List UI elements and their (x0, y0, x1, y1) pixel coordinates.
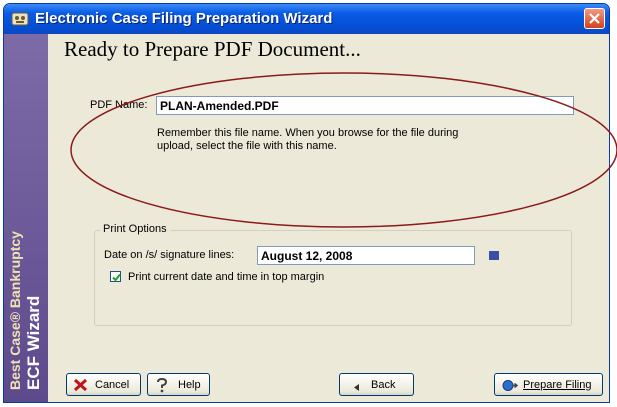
back-button[interactable]: Back (339, 373, 414, 396)
prepare-filing-icon (502, 378, 519, 396)
question-mark-icon (156, 377, 168, 396)
help-button[interactable]: Help (147, 373, 210, 396)
back-button-label: Back (371, 379, 396, 391)
cancel-button-label: Cancel (95, 379, 130, 391)
prepare-filing-label: Prepare Filing (523, 379, 592, 391)
cancel-x-icon (73, 378, 88, 395)
date-label: Date on /s/ signature lines: (104, 249, 235, 261)
close-icon (589, 13, 600, 24)
print-date-checkbox[interactable] (110, 271, 121, 282)
title-bar: Electronic Case Filing Preparation Wizar… (4, 4, 609, 34)
print-options-title: Print Options (100, 223, 170, 235)
page-title: Ready to Prepare PDF Document... (64, 37, 361, 61)
filename-note: Remember this file name. When you browse… (157, 127, 459, 152)
signature-date-input[interactable]: August 12, 2008 (257, 246, 475, 265)
app-icon (11, 10, 29, 28)
window-title: Electronic Case Filing Preparation Wizar… (35, 10, 333, 27)
pdf-name-input[interactable]: PLAN-Amended.PDF (156, 96, 574, 115)
wizard-sidebar: Best Case® Bankruptcy ECF Wizard (4, 34, 48, 402)
checkmark-icon (112, 273, 121, 282)
wizard-window: Electronic Case Filing Preparation Wizar… (3, 3, 610, 403)
back-arrow-icon (354, 382, 359, 394)
calendar-icon[interactable] (489, 251, 499, 260)
print-date-label: Print current date and time in top margi… (128, 271, 325, 283)
pdf-name-label: PDF Name: (90, 99, 148, 111)
prepare-filing-button[interactable]: Prepare Filing (494, 373, 603, 396)
sidebar-brand: Best Case® Bankruptcy (7, 231, 23, 390)
help-button-label: Help (178, 379, 201, 391)
cancel-button[interactable]: Cancel (66, 373, 141, 396)
close-button[interactable] (584, 8, 605, 29)
sidebar-product: ECF Wizard (24, 295, 43, 390)
